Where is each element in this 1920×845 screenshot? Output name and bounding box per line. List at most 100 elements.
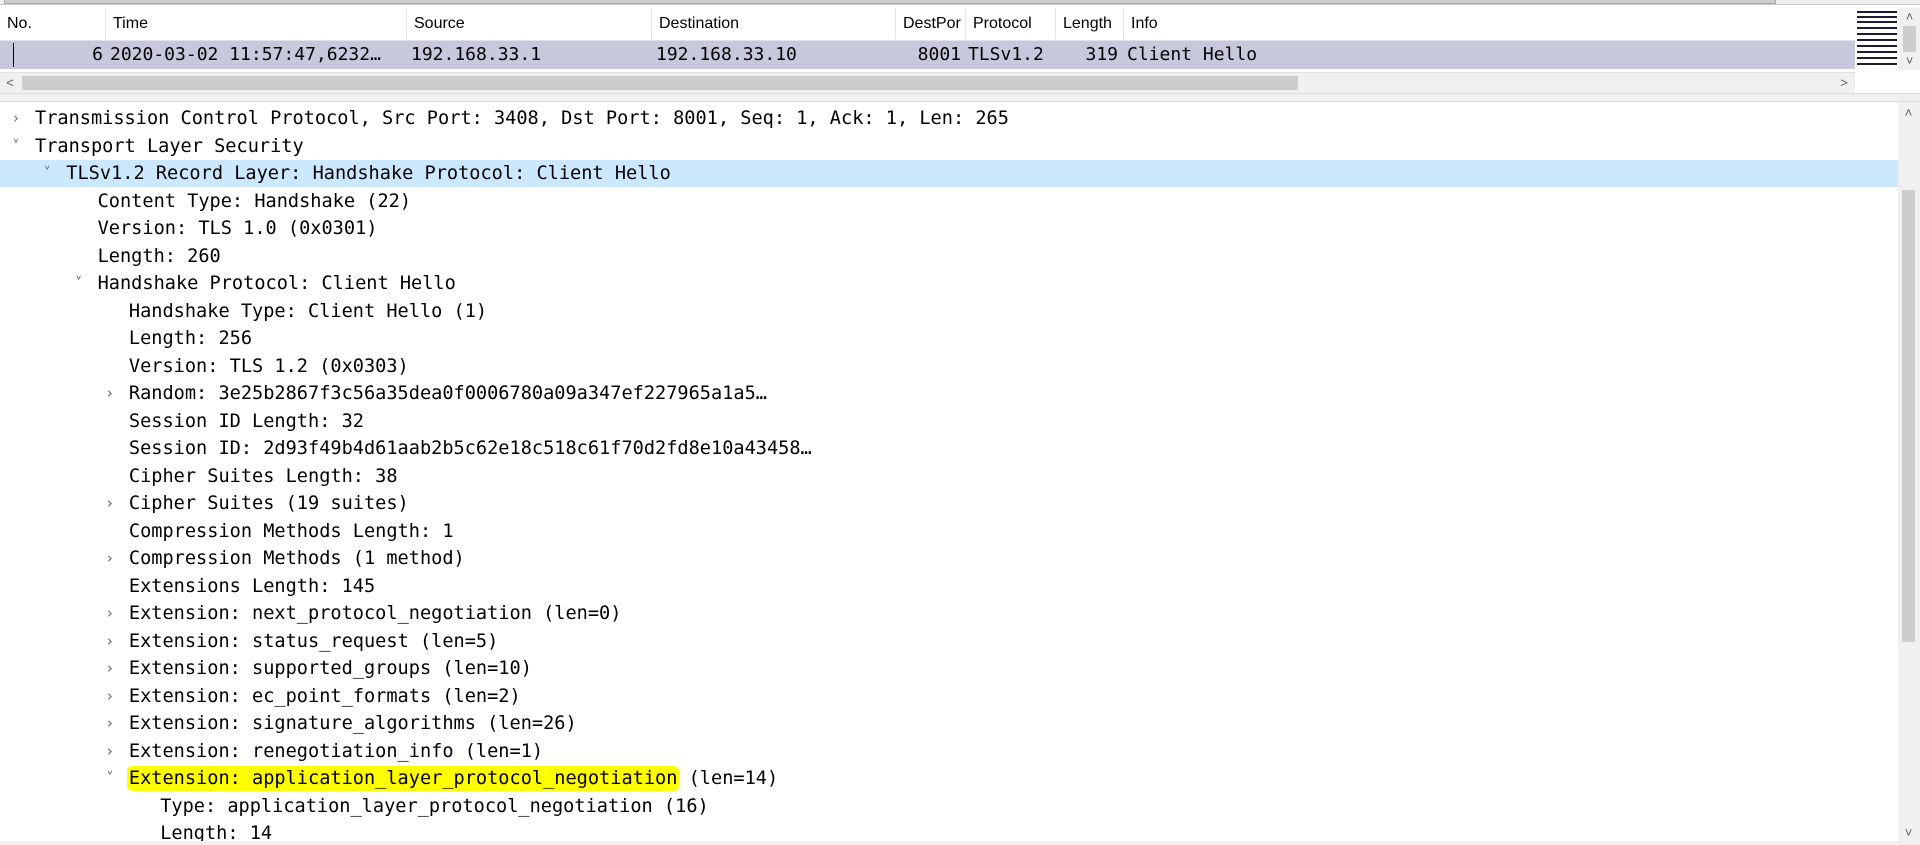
tree-item[interactable]: ˅ Handshake Protocol: Client Hello: [0, 270, 1898, 297]
pane-splitter[interactable]: [0, 93, 1920, 102]
status-edge: [0, 841, 1920, 845]
top-scroll-strip: [0, 0, 1920, 5]
packet-time: 2020-03-02 11:57:47,6232…: [110, 44, 381, 65]
tree-item-label: Content Type: Handshake (22): [98, 188, 411, 215]
tree-item-suffix: (len=14): [677, 768, 779, 789]
tree-item[interactable]: ˅ Transport Layer Security: [0, 133, 1898, 160]
tree-item-label: Session ID: 2d93f49b4d61aab2b5c62e18c518…: [129, 435, 812, 462]
tree-item[interactable]: Length: 256: [0, 325, 1898, 352]
tree-item-text: Session ID Length: 32: [128, 410, 364, 432]
tree-item[interactable]: Handshake Type: Client Hello (1): [0, 298, 1898, 325]
packet-source: 192.168.33.1: [411, 44, 542, 65]
column-header-length[interactable]: Length: [1056, 8, 1124, 40]
tree-item-label: Transport Layer Security: [35, 133, 304, 160]
chevron-right-icon[interactable]: ›: [100, 655, 120, 682]
details-scroll-up-icon[interactable]: ˄: [1898, 104, 1919, 122]
tree-item[interactable]: › Cipher Suites (19 suites): [0, 490, 1898, 517]
details-scroll-down-icon[interactable]: ˅: [1898, 824, 1919, 842]
packet-list-header: No. Time Source Destination DestPor Prot…: [0, 8, 1855, 41]
tree-item[interactable]: › Extension: next_protocol_negotiation (l…: [0, 600, 1898, 627]
tree-item-label: Cipher Suites Length: 38: [129, 463, 398, 490]
packet-details-tree: › Transmission Control Protocol, Src Port…: [0, 102, 1898, 845]
tree-item[interactable]: › Extension: status_request (len=5): [0, 628, 1898, 655]
tree-item[interactable]: Compression Methods Length: 1: [0, 518, 1898, 545]
tree-item[interactable]: ˅ Extension: application_layer_protocol_n…: [0, 765, 1898, 792]
scroll-right-icon[interactable]: >: [1834, 73, 1854, 93]
top-scroll-thumb[interactable]: [4, 0, 1776, 4]
tree-item[interactable]: › Extension: ec_point_formats (len=2): [0, 683, 1898, 710]
highlighted-text: Extension: application_layer_protocol_ne…: [128, 768, 678, 789]
chevron-down-icon[interactable]: ˅: [6, 133, 26, 160]
tree-item[interactable]: Session ID Length: 32: [0, 408, 1898, 435]
packet-row-selected[interactable]: 6 2020-03-02 11:57:47,6232… 192.168.33.1…: [0, 41, 1855, 69]
column-header-info[interactable]: Info: [1124, 8, 1855, 40]
tree-item[interactable]: Extensions Length: 145: [0, 573, 1898, 600]
tree-item[interactable]: Version: TLS 1.2 (0x0303): [0, 353, 1898, 380]
details-vertical-scrollbar[interactable]: ˄ ˅: [1898, 102, 1920, 845]
tree-item-label: TLSv1.2 Record Layer: Handshake Protocol…: [66, 160, 671, 187]
packet-list-vertical-scrollbar[interactable]: ˄ ˅: [1899, 8, 1920, 70]
row-focus-marker: [13, 43, 14, 67]
tree-item[interactable]: Length: 260: [0, 243, 1898, 270]
column-header-destport[interactable]: DestPor: [896, 8, 966, 40]
chevron-right-icon[interactable]: ›: [100, 380, 120, 407]
column-header-no[interactable]: No.: [0, 8, 106, 40]
column-header-destination[interactable]: Destination: [652, 8, 896, 40]
column-header-time[interactable]: Time: [106, 8, 407, 40]
tree-item[interactable]: › Transmission Control Protocol, Src Port…: [0, 105, 1898, 132]
chevron-right-icon[interactable]: ›: [6, 105, 26, 132]
tree-item[interactable]: Content Type: Handshake (22): [0, 188, 1898, 215]
tree-item[interactable]: Version: TLS 1.0 (0x0301): [0, 215, 1898, 242]
packet-minimap[interactable]: [1855, 8, 1899, 70]
tree-item[interactable]: › Extension: renegotiation_info (len=1): [0, 738, 1898, 765]
tree-item[interactable]: Type: application_layer_protocol_negotia…: [0, 793, 1898, 820]
scroll-left-icon[interactable]: <: [0, 73, 20, 93]
tree-item-text: Transport Layer Security: [35, 135, 304, 157]
packet-list-scroll-thumb[interactable]: [1903, 26, 1916, 52]
packet-length: 319: [1085, 44, 1118, 65]
horizontal-scroll-thumb[interactable]: [22, 76, 1298, 90]
tree-item-text: Session ID: 2d93f49b4d61aab2b5c62e18c518…: [128, 438, 812, 459]
tree-item[interactable]: Session ID: 2d93f49b4d61aab2b5c62e18c518…: [0, 435, 1898, 462]
tree-item-label: Session ID Length: 32: [129, 408, 364, 435]
tree-item-text: Handshake Protocol: Client Hello: [97, 273, 456, 294]
tree-item-text: Compression Methods (1 method): [128, 548, 465, 569]
tree-item[interactable]: › Extension: supported_groups (len=10): [0, 655, 1898, 682]
packet-no: 6: [92, 44, 103, 65]
tree-item-label: Extension: next_protocol_negotiation (le…: [129, 600, 622, 627]
tree-item[interactable]: › Extension: signature_algorithms (len=26…: [0, 710, 1898, 737]
tree-item-label: Version: TLS 1.2 (0x0303): [129, 353, 409, 380]
tree-item[interactable]: › Compression Methods (1 method): [0, 545, 1898, 572]
tree-item-text: Extension: next_protocol_negotiation (le…: [128, 603, 622, 624]
chevron-down-icon[interactable]: ˅: [100, 765, 120, 792]
chevron-right-icon[interactable]: ›: [100, 490, 120, 517]
chevron-right-icon[interactable]: ›: [100, 545, 120, 572]
chevron-down-icon[interactable]: ˅: [69, 270, 89, 297]
tree-item[interactable]: Cipher Suites Length: 38: [0, 463, 1898, 490]
packet-list-horizontal-scrollbar[interactable]: < >: [0, 72, 1855, 93]
tree-item-label: Compression Methods Length: 1: [129, 518, 454, 545]
chevron-right-icon[interactable]: ›: [100, 738, 120, 765]
tree-item-label: Length: 260: [98, 243, 221, 270]
tree-item[interactable]: › Random: 3e25b2867f3c56a35dea0f0006780a0…: [0, 380, 1898, 407]
column-header-source[interactable]: Source: [407, 8, 652, 40]
chevron-right-icon[interactable]: ›: [100, 628, 120, 655]
tree-item-text: TLSv1.2 Record Layer: Handshake Protocol…: [66, 163, 671, 184]
scroll-down-icon[interactable]: ˅: [1899, 52, 1920, 70]
scroll-up-icon[interactable]: ˄: [1899, 8, 1920, 26]
chevron-right-icon[interactable]: ›: [100, 683, 120, 710]
tree-item-text: Random: 3e25b2867f3c56a35dea0f0006780a09…: [128, 383, 767, 404]
tree-item[interactable]: ˅ TLSv1.2 Record Layer: Handshake Protoco…: [0, 160, 1898, 187]
tree-item-label: Random: 3e25b2867f3c56a35dea0f0006780a09…: [129, 380, 767, 407]
packet-list: No. Time Source Destination DestPor Prot…: [0, 8, 1855, 72]
details-scroll-thumb[interactable]: [1902, 190, 1915, 642]
column-header-protocol[interactable]: Protocol: [966, 8, 1056, 40]
tree-item-text: Extensions Length: 145: [128, 575, 376, 597]
tree-item-text: Length: 260: [97, 245, 221, 267]
tree-item-text: Handshake Type: Client Hello (1): [128, 300, 488, 322]
chevron-right-icon[interactable]: ›: [100, 600, 120, 627]
chevron-right-icon[interactable]: ›: [100, 710, 120, 737]
chevron-down-icon[interactable]: ˅: [37, 160, 57, 187]
packet-info: Client Hello: [1127, 44, 1258, 65]
tree-item-label: Handshake Type: Client Hello (1): [129, 298, 487, 325]
